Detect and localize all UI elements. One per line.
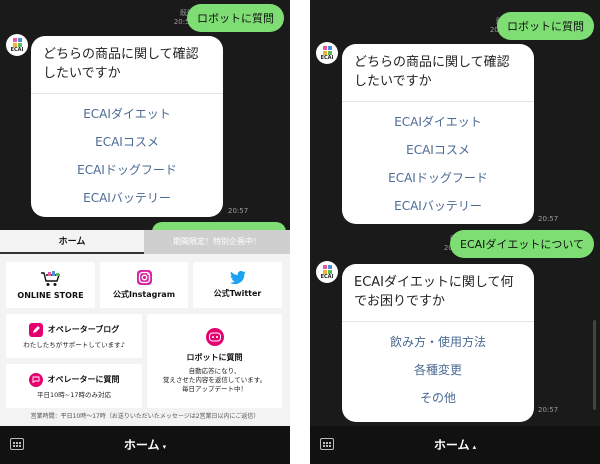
chevron-up-icon: ▴ bbox=[472, 443, 477, 451]
rich-menu-toggle[interactable]: ホーム ▾ bbox=[0, 426, 290, 464]
option-ecai-cosme[interactable]: ECAIコスメ bbox=[31, 128, 223, 156]
tile-row: オペレーターブログ bbox=[28, 322, 120, 337]
instagram-icon bbox=[136, 270, 152, 285]
rich-menu-tabs: ホーム 期間限定！特別企画中！ bbox=[0, 230, 290, 254]
tile-label: オペレーターブログ bbox=[47, 325, 120, 334]
option-usage[interactable]: 飲み方・使用方法 bbox=[342, 328, 534, 356]
bot-question-card: ECAIダイエットに関して何でお困りですか 飲み方・使用方法 各種変更 その他 bbox=[342, 264, 534, 422]
bot-avatar[interactable]: ECAI bbox=[316, 261, 338, 283]
ecai-logo-icon bbox=[322, 45, 332, 55]
rich-menu: ホーム 期間限定！特別企画中！ ONLINE STORE 公式Instagram bbox=[0, 230, 290, 426]
bottom-bar: ホーム ▴ bbox=[310, 426, 600, 464]
business-hours-note: 営業時間：平日10時～17時（お送りいただいたメッセージは2営業日以内にご返信） bbox=[30, 413, 260, 420]
tile-robot-question[interactable]: ロボットに質問 自動応答になり、 覚えさせた内容を返信しています。 毎日アップデ… bbox=[147, 314, 282, 408]
bot-message-time: 20:57 bbox=[538, 406, 559, 414]
user-message-text: ロボットに質問 bbox=[507, 20, 584, 33]
user-message-bubble: ロボットに質問 bbox=[497, 12, 594, 40]
twitter-icon bbox=[229, 271, 246, 284]
option-ecai-dogfood[interactable]: ECAIドッグフード bbox=[342, 164, 534, 192]
tile-label: ONLINE STORE bbox=[17, 290, 84, 300]
tile-instagram[interactable]: 公式Instagram bbox=[100, 262, 188, 308]
tile-row: オペレーターに質問 bbox=[28, 372, 120, 387]
blog-edit-icon bbox=[28, 322, 43, 337]
scrollbar[interactable] bbox=[593, 320, 596, 410]
bot-question-text: ECAIダイエットに関して何でお困りですか bbox=[354, 275, 514, 309]
bottom-bar: ホーム ▾ bbox=[0, 426, 290, 464]
chat-screen-left: 既読 20:57 ロボットに質問 ECAI どちらの商品に関して確認したいですか… bbox=[0, 0, 290, 464]
bot-avatar[interactable]: ECAI bbox=[6, 34, 28, 56]
option-list: ECAIダイエット ECAIコスメ ECAIドッグフード ECAIバッテリー bbox=[31, 94, 223, 217]
option-ecai-dogfood[interactable]: ECAIドッグフード bbox=[31, 156, 223, 184]
option-ecai-battery[interactable]: ECAIバッテリー bbox=[342, 192, 534, 220]
shopping-cart-icon bbox=[40, 270, 60, 286]
option-ecai-diet[interactable]: ECAIダイエット bbox=[31, 100, 223, 128]
user-message-bubble: ECAIダイエットについて bbox=[450, 230, 594, 258]
avatar-logo-text: ECAI bbox=[320, 273, 334, 280]
bot-question-card: どちらの商品に関して確認したいですか ECAIダイエット ECAIコスメ ECA… bbox=[31, 36, 223, 217]
ecai-logo-icon bbox=[322, 264, 332, 274]
option-list: 飲み方・使用方法 各種変更 その他 bbox=[342, 322, 534, 418]
tile-sublabel: 平日10時~17時のみ対応 bbox=[37, 390, 111, 399]
menu-toggle-label: ホーム bbox=[433, 438, 470, 452]
tab-home[interactable]: ホーム bbox=[0, 230, 144, 254]
tile-label: 公式Instagram bbox=[112, 290, 176, 299]
option-ecai-cosme[interactable]: ECAIコスメ bbox=[342, 136, 534, 164]
avatar-logo-text: ECAI bbox=[320, 54, 334, 61]
tile-operator-blog[interactable]: オペレーターブログ わたしたちがサポートしています♪ bbox=[6, 314, 142, 358]
tab-limited-offer[interactable]: 期間限定！特別企画中！ bbox=[144, 230, 290, 254]
bot-question-card: どちらの商品に関して確認したいですか ECAIダイエット ECAIコスメ ECA… bbox=[342, 44, 534, 224]
chat-screen-right: 既読 20:57 ロボットに質問 ECAI どちらの商品に関して確認したいですか… bbox=[310, 0, 600, 464]
menu-toggle-label: ホーム bbox=[123, 438, 160, 452]
option-changes[interactable]: 各種変更 bbox=[342, 356, 534, 384]
robot-face-icon bbox=[205, 328, 224, 346]
bot-question-text: どちらの商品に関して確認したいですか bbox=[354, 55, 510, 89]
tile-twitter[interactable]: 公式Twitter bbox=[193, 262, 282, 308]
chat-bubble-icon bbox=[28, 372, 43, 387]
tile-label: オペレーターに質問 bbox=[47, 375, 120, 384]
option-list: ECAIダイエット ECAIコスメ ECAIドッグフード ECAIバッテリー bbox=[342, 102, 534, 224]
chevron-down-icon: ▾ bbox=[162, 443, 167, 451]
tile-online-store[interactable]: ONLINE STORE bbox=[6, 262, 95, 308]
bot-question-text: どちらの商品に関して確認したいですか bbox=[43, 47, 199, 81]
option-ecai-battery[interactable]: ECAIバッテリー bbox=[31, 184, 223, 212]
bot-message-time: 20:57 bbox=[228, 207, 249, 215]
user-message-text: ロボットに質問 bbox=[197, 12, 274, 25]
option-other[interactable]: その他 bbox=[342, 384, 534, 412]
avatar-logo-text: ECAI bbox=[10, 46, 24, 53]
option-ecai-diet[interactable]: ECAIダイエット bbox=[342, 108, 534, 136]
tile-operator-question[interactable]: オペレーターに質問 平日10時~17時のみ対応 bbox=[6, 364, 142, 408]
tile-sublabel: 自動応答になり、 覚えさせた内容を返信しています。 毎日アップデート中！ bbox=[162, 367, 267, 393]
bot-avatar[interactable]: ECAI bbox=[316, 42, 338, 64]
user-message-bubble: ロボットに質問 bbox=[187, 4, 284, 32]
ecai-logo-icon bbox=[12, 37, 22, 47]
bot-message-time: 20:57 bbox=[538, 215, 559, 223]
tile-label: 公式Twitter bbox=[213, 289, 262, 298]
rich-menu-toggle[interactable]: ホーム ▴ bbox=[310, 426, 600, 464]
tile-sublabel: わたしたちがサポートしています♪ bbox=[23, 340, 125, 349]
user-message-text: ECAIダイエットについて bbox=[460, 238, 584, 251]
tile-label: ロボットに質問 bbox=[186, 353, 243, 362]
